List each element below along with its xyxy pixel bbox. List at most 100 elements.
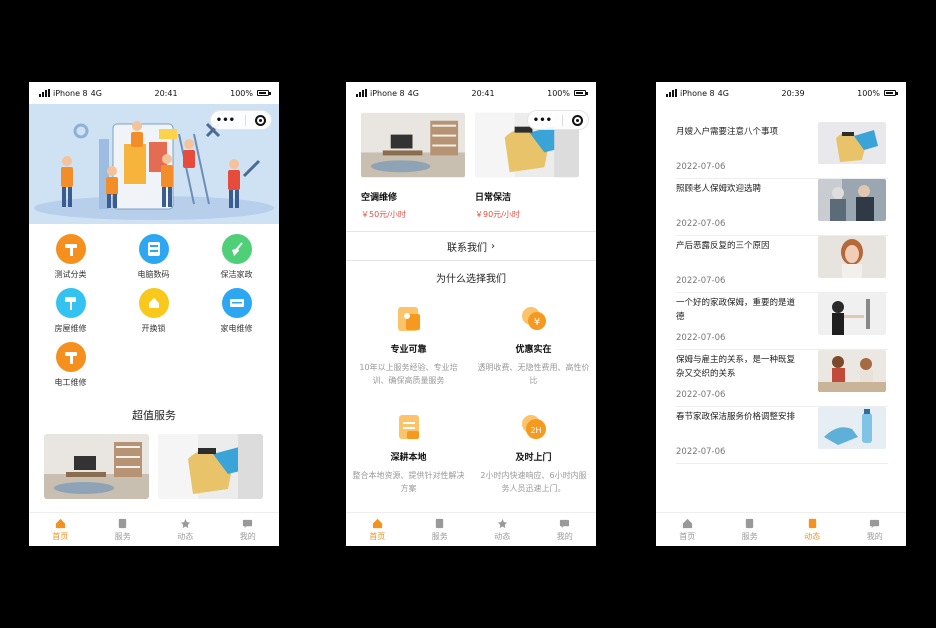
electric-icon [55,342,86,372]
tab-label: 首页 [369,531,386,541]
tab-home[interactable]: 首页 [346,513,409,546]
service-card-aircon[interactable]: 空调维修 ￥50元/小时 [361,112,465,220]
service-card-image [361,112,465,178]
tab-mine[interactable]: 我的 [217,513,280,546]
more-icon[interactable]: ••• [533,115,552,126]
status-bar: iPhone 8 4G 20:41 100% [29,82,279,104]
news-date: 2022-07-06 [676,390,726,400]
phone-home-screen: iPhone 8 4G 20:41 100% ••• 测试分类 电脑数码 保洁家… [29,82,279,546]
clock: 20:39 [781,88,805,98]
feature-professional: 专业可靠 10年以上服务经验、专业培训、确保高质量服务 [346,304,471,387]
signal-icon [356,89,367,97]
tab-home[interactable]: 首页 [29,513,92,546]
service-card-name: 空调维修 [361,193,398,203]
service-image-aircon[interactable] [44,434,149,499]
battery-percent: 100% [230,88,253,98]
battery-percent: 100% [547,88,570,98]
news-thumbnail [818,293,886,335]
category-item-appliance[interactable]: 家电维修 [195,288,278,342]
service-card-price: ￥50元/小时 [361,210,406,219]
tab-label: 首页 [52,531,69,541]
tab-service[interactable]: 服务 [92,513,155,546]
clipboard-icon [436,518,444,528]
phone-service-screen: iPhone 8 4G 20:41 100% ••• 空调维修 ￥50元/小时 … [346,82,596,546]
category-label: 房屋维修 [54,324,87,333]
hammer-icon [55,234,86,264]
feature-title: 专业可靠 [390,345,427,355]
contact-us-button[interactable]: 联系我们 › [346,231,596,261]
tab-service[interactable]: 服务 [719,513,782,546]
battery-icon [574,90,588,96]
news-thumbnail [818,122,886,164]
carrier-label: iPhone 8 [370,88,405,98]
clipboard-icon [808,518,816,528]
tab-label: 服务 [431,531,448,541]
tab-home[interactable]: 首页 [656,513,719,546]
close-miniprogram-icon[interactable] [572,114,584,126]
service-image-cleaning[interactable] [158,434,263,499]
category-item-cleaning[interactable]: 保洁家政 [195,234,278,288]
category-item-electrician[interactable]: 电工维修 [29,342,112,396]
news-item[interactable]: 月嫂入户需要注意八个事项 2022-07-06 [676,122,888,179]
svg-text:¥: ¥ [533,317,539,328]
category-item-lock[interactable]: 开换锁 [112,288,195,342]
feature-desc: 10年以上服务经验、专业培训、确保高质量服务 [359,363,458,385]
news-item[interactable]: 照顾老人保姆欢迎选聘 2022-07-06 [676,179,888,236]
category-grid: 测试分类 电脑数码 保洁家政 房屋维修 开换锁 家电维修 电工维修 [29,234,279,396]
category-item-house-repair[interactable]: 房屋维修 [29,288,112,342]
chat-icon [243,519,253,528]
why-choose-us-title: 为什么选择我们 [436,274,506,285]
news-title: 一个好的家政保姆，重要的是道德 [676,298,796,322]
clipboard-icon [119,518,127,528]
tab-label: 动态 [177,531,194,541]
signal-icon [666,89,677,97]
news-date: 2022-07-06 [676,447,726,457]
status-bar: iPhone 8 4G 20:39 100% [656,82,906,104]
more-icon[interactable]: ••• [216,115,235,126]
category-label: 家电维修 [220,324,253,333]
network-label: 4G [717,88,729,98]
coin-icon: ¥ [521,307,546,330]
close-miniprogram-icon[interactable] [255,114,267,126]
clock: 20:41 [154,88,178,98]
news-item[interactable]: 一个好的家政保姆，重要的是道德 2022-07-06 [676,293,888,350]
tab-label: 我的 [239,531,256,541]
feature-desc: 2小时内快速响应、6小时内服务人员迅速上门。 [480,471,587,493]
news-item[interactable]: 春节家政保洁服务价格调整安排 2022-07-06 [676,407,888,464]
signal-icon [39,89,50,97]
tab-label: 我的 [556,531,573,541]
news-title: 产后恶露反复的三个原因 [676,241,770,251]
battery-icon [884,90,898,96]
tab-mine[interactable]: 我的 [844,513,907,546]
battery-icon [257,90,271,96]
news-thumbnail [818,236,886,278]
tab-bar: 首页 服务 动态 我的 [656,512,906,546]
category-item-computer[interactable]: 电脑数码 [112,234,195,288]
clock: 20:41 [471,88,495,98]
news-item[interactable]: 产后恶露反复的三个原因 2022-07-06 [676,236,888,293]
lock-icon [138,288,169,318]
feature-title: 深耕本地 [390,453,427,463]
category-label: 保洁家政 [220,270,253,279]
feature-desc: 透明收费、无隐性费用、高性价比 [477,363,590,385]
tab-news[interactable]: 动态 [781,513,844,546]
broom-icon [221,234,252,264]
contact-us-label: 联系我们 [447,242,487,254]
chat-icon [870,519,880,528]
tab-news[interactable]: 动态 [154,513,217,546]
tab-label: 我的 [866,531,883,541]
category-label: 测试分类 [54,270,87,279]
feature-timely: 2H 及时上门 2小时内快速响应、6小时内服务人员迅速上门。 [471,412,596,495]
tab-service[interactable]: 服务 [409,513,472,546]
tab-news[interactable]: 动态 [471,513,534,546]
tab-bar: 首页 服务 动态 我的 [346,512,596,546]
svg-text:2H: 2H [530,426,541,435]
tab-mine[interactable]: 我的 [534,513,597,546]
document-icon [398,415,419,439]
news-title: 照顾老人保姆欢迎选聘 [676,184,762,194]
category-item-test[interactable]: 测试分类 [29,234,112,288]
news-date: 2022-07-06 [676,276,726,286]
appliance-icon [221,288,252,318]
news-title: 月嫂入户需要注意八个事项 [676,127,779,137]
news-item[interactable]: 保姆与雇主的关系，是一种既复杂又交织的关系 2022-07-06 [676,350,888,407]
